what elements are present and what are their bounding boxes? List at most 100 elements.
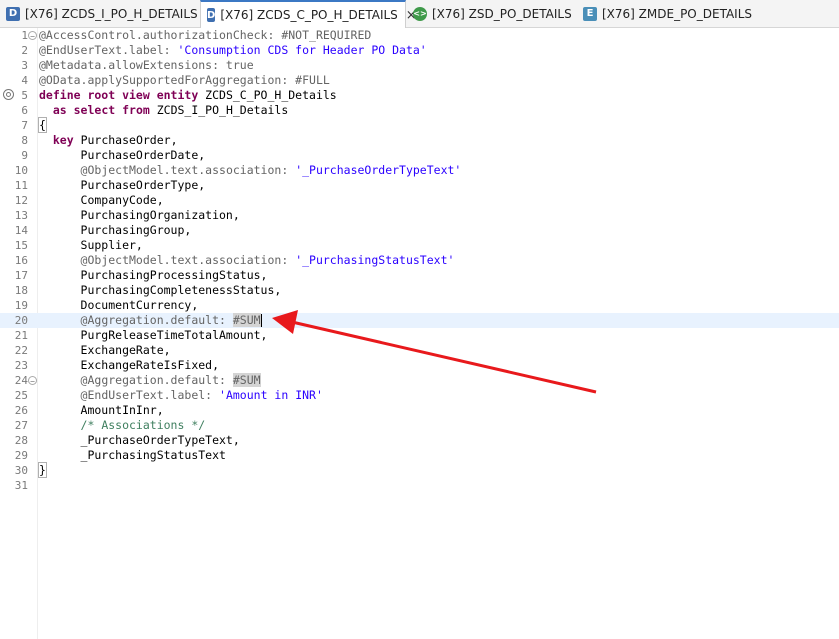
line-code[interactable]: DocumentCurrency, [39,298,199,313]
line-code[interactable]: @Aggregation.default: #SUM [39,373,261,388]
line-number: 30 [14,464,28,477]
code-token: #SUM [232,373,261,387]
code-line[interactable]: 24− @Aggregation.default: #SUM [0,373,839,388]
line-code[interactable]: key PurchaseOrder, [39,133,178,148]
line-number: 16 [14,254,28,267]
line-code[interactable]: PurchaseOrderType, [39,178,206,193]
line-number: 2 [21,44,28,57]
line-number: 9 [21,149,28,162]
code-token: PurchasingCompletenessStatus, [39,283,282,297]
code-token: @OData.applySupportedForAggregation: #FU… [39,73,330,87]
line-code[interactable]: @Metadata.allowExtensions: true [39,58,254,73]
tab-zmde-po-details[interactable]: E [X76] ZMDE_PO_DETAILS [577,0,757,27]
line-code[interactable]: @ObjectModel.text.association: '_Purchas… [39,253,455,268]
code-line[interactable]: 22 ExchangeRate, [0,343,839,358]
code-line[interactable]: 5 define root view entity ZCDS_C_PO_H_Det… [0,88,839,103]
line-number: 13 [14,209,28,222]
code-line[interactable]: 16 @ObjectModel.text.association: '_Purc… [0,253,839,268]
line-number: 3 [21,59,28,72]
code-line[interactable]: 17 PurchasingProcessingStatus, [0,268,839,283]
code-token: #SUM [232,313,261,327]
line-code[interactable]: PurchasingOrganization, [39,208,240,223]
code-line[interactable]: 25 @EndUserText.label: 'Amount in INR' [0,388,839,403]
code-token: ZCDS_C_PO_H_Details [205,88,337,102]
code-line[interactable]: 23 ExchangeRateIsFixed, [0,358,839,373]
line-code[interactable]: ExchangeRate, [39,343,171,358]
line-code[interactable]: @EndUserText.label: 'Consumption CDS for… [39,43,427,58]
line-code[interactable]: define root view entity ZCDS_C_PO_H_Deta… [39,88,337,103]
line-number: 8 [21,134,28,147]
code-line[interactable]: 9 PurchaseOrderDate, [0,148,839,163]
line-number: 24 [14,374,28,387]
code-line[interactable]: 8 key PurchaseOrder, [0,133,839,148]
line-code[interactable]: @EndUserText.label: 'Amount in INR' [39,388,323,403]
code-token: define root view entity [39,88,206,102]
fold-toggle-icon[interactable]: − [28,376,37,386]
code-token: '_PurchaseOrderTypeText' [295,163,462,177]
code-line[interactable]: 1− @AccessControl.authorizationCheck: #NO… [0,28,839,43]
code-line[interactable]: 27 /* Associations */ [0,418,839,433]
code-token: @Metadata.allowExtensions: true [39,58,254,72]
line-code[interactable]: _PurchasingStatusText [39,448,226,463]
line-code[interactable]: @ObjectModel.text.association: '_Purchas… [39,163,462,178]
tab-zcds-i-po-h-details[interactable]: D [X76] ZCDS_I_PO_H_DETAILS [0,0,200,27]
line-number: 5 [21,89,28,102]
tab-zsd-po-details[interactable]: <> [X76] ZSD_PO_DETAILS [407,0,577,27]
line-number: 18 [14,284,28,297]
code-line[interactable]: 10 @ObjectModel.text.association: '_Purc… [0,163,839,178]
line-code[interactable]: PurchasingProcessingStatus, [39,268,268,283]
line-code[interactable]: PurchaseOrderDate, [39,148,206,163]
line-number: 26 [14,404,28,417]
code-line[interactable]: 13 PurchasingOrganization, [0,208,839,223]
line-number: 7 [21,119,28,132]
code-editor[interactable]: 1− @AccessControl.authorizationCheck: #NO… [0,28,839,639]
code-line[interactable]: 11 PurchaseOrderType, [0,178,839,193]
line-code[interactable]: ExchangeRateIsFixed, [39,358,219,373]
code-line[interactable]: 29 _PurchasingStatusText [0,448,839,463]
code-token: AmountInInr, [39,403,164,417]
line-number: 21 [14,329,28,342]
line-code[interactable]: _PurchaseOrderTypeText, [39,433,240,448]
tab-zcds-c-po-h-details[interactable]: D [X76] ZCDS_C_PO_H_DETAILS × [200,0,417,28]
code-token: @AccessControl.authorizationCheck: #NOT_… [39,28,372,42]
code-line[interactable]: 4 @OData.applySupportedForAggregation: #F… [0,73,839,88]
line-code[interactable]: @AccessControl.authorizationCheck: #NOT_… [39,28,371,43]
line-code[interactable]: as select from ZCDS_I_PO_H_Details [39,103,288,118]
line-number: 25 [14,389,28,402]
code-line[interactable]: 7{ [0,117,839,133]
code-line[interactable]: 28 _PurchaseOrderTypeText, [0,433,839,448]
line-code[interactable]: /* Associations */ [39,418,206,433]
line-number: 15 [14,239,28,252]
line-code[interactable]: PurgReleaseTimeTotalAmount, [39,328,268,343]
code-line[interactable]: 21 PurgReleaseTimeTotalAmount, [0,328,839,343]
line-code[interactable]: Supplier, [39,238,143,253]
fold-toggle-icon[interactable]: − [28,31,37,41]
code-line[interactable]: 18 PurchasingCompletenessStatus, [0,283,839,298]
line-code[interactable]: PurchasingGroup, [39,223,192,238]
code-line[interactable]: 12 CompanyCode, [0,193,839,208]
line-code[interactable]: @Aggregation.default: #SUM [39,313,262,328]
service-definition-icon: <> [413,6,427,21]
code-line[interactable]: 30} [0,462,839,478]
code-line[interactable]: 2 @EndUserText.label: 'Consumption CDS fo… [0,43,839,58]
line-code[interactable]: AmountInInr, [39,403,164,418]
code-line[interactable]: 6 as select from ZCDS_I_PO_H_Details [0,103,839,118]
code-line[interactable]: 31 [0,478,839,493]
code-line[interactable]: 14 PurchasingGroup, [0,223,839,238]
line-code[interactable]: PurchasingCompletenessStatus, [39,283,282,298]
code-line[interactable]: 3 @Metadata.allowExtensions: true [0,58,839,73]
line-code[interactable]: CompanyCode, [39,193,164,208]
code-token: Supplier, [39,238,143,252]
line-code[interactable]: } [38,462,47,478]
line-code[interactable]: { [38,117,47,133]
code-token: PurchaseOrderType, [39,178,206,192]
code-line[interactable]: 20 @Aggregation.default: #SUM [0,313,839,328]
code-line[interactable]: 19 DocumentCurrency, [0,298,839,313]
line-code[interactable]: @OData.applySupportedForAggregation: #FU… [39,73,330,88]
code-line[interactable]: 15 Supplier, [0,238,839,253]
code-line[interactable]: 26 AmountInInr, [0,403,839,418]
